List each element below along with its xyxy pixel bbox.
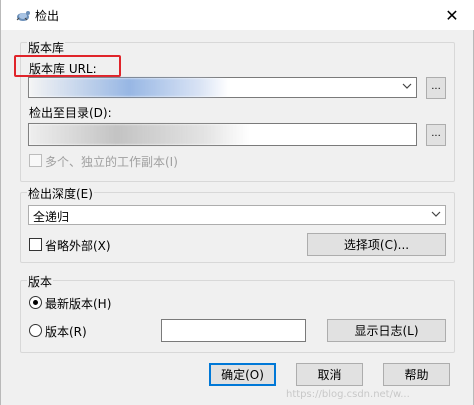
close-button[interactable]: ✕ [429,0,474,30]
close-icon: ✕ [445,5,459,25]
depth-select[interactable]: 全递归 [28,205,446,225]
checkout-dir-input[interactable] [28,123,417,146]
revision-input[interactable] [161,319,306,342]
repository-group-label: 版本库 [27,39,66,56]
repository-url-combo[interactable] [28,77,417,98]
omit-externals-checkbox[interactable] [29,238,42,251]
chevron-down-icon [431,209,441,219]
depth-group-label: 检出深度(E) [27,185,94,202]
chevron-down-icon [402,81,412,91]
browse-dir-button[interactable]: ... [426,124,446,146]
revision-group-label: 版本 [27,273,54,290]
checkout-dir-label: 检出至目录(D): [29,106,112,120]
revision-group [20,280,455,353]
specific-revision-label: 版本(R) [45,325,87,339]
window-title: 检出 [35,9,60,23]
specific-revision-radio[interactable] [29,324,42,337]
head-revision-radio[interactable] [29,296,42,309]
show-log-button[interactable]: 显示日志(L) [327,319,446,342]
multiple-copies-label: 多个、独立的工作副本(I) [45,155,178,169]
title-bar: 检出 ✕ [1,0,474,30]
ok-button[interactable]: 确定(O) [209,363,276,386]
options-button[interactable]: 选择项(C)... [307,233,446,256]
omit-externals-label: 省略外部(X) [45,239,111,253]
url-label-highlight [14,55,121,77]
multiple-copies-checkbox[interactable] [29,154,42,167]
head-revision-label: 最新版本(H) [45,297,112,311]
redacted-url [29,78,229,97]
help-button[interactable]: 帮助 [383,363,450,386]
checkout-dialog: 硬 检出 ✕ 版本库 版本库 URL: ... 检出至目录(D): [0,0,474,405]
redacted-dir [29,124,249,145]
browse-url-button[interactable]: ... [426,77,446,99]
depth-selected-value: 全递归 [33,210,70,224]
tortoisesvn-icon [15,8,31,22]
cancel-button[interactable]: 取消 [296,363,363,386]
watermark-text: https://blog.csdn.net/w... [286,389,410,400]
